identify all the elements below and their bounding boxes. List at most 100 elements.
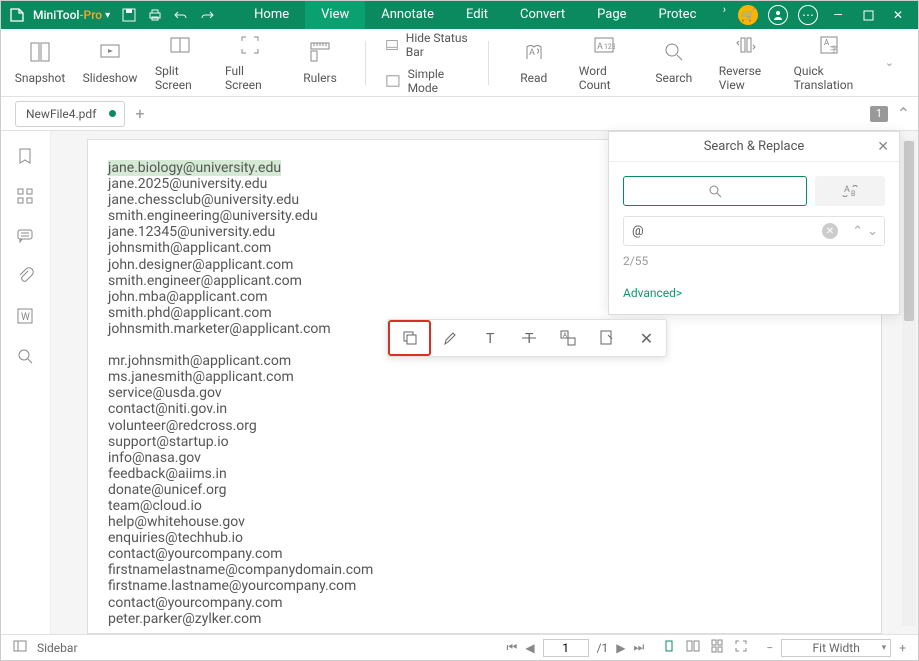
simple-mode-button[interactable]: Simple Mode	[386, 67, 468, 95]
svg-text:字: 字	[830, 44, 838, 54]
translate-button[interactable]: A	[549, 320, 588, 356]
next-match-icon[interactable]: ⌄	[867, 224, 878, 239]
next-page-icon[interactable]: ▶	[616, 641, 625, 655]
single-page-icon[interactable]	[662, 639, 676, 656]
clear-search-icon[interactable]: ✕	[822, 223, 838, 239]
save-icon[interactable]	[118, 4, 140, 26]
zoom-in-icon[interactable]: +	[899, 641, 906, 655]
main-area: W jane.biology@university.edujane.2025@u…	[1, 131, 918, 634]
close-icon[interactable]: ✕	[886, 3, 910, 27]
slideshow-tool[interactable]: Slideshow	[85, 41, 135, 85]
close-toolbar-icon[interactable]: ✕	[627, 320, 666, 356]
maximize-icon[interactable]	[856, 3, 880, 27]
two-page-icon[interactable]	[686, 639, 700, 656]
print-icon[interactable]	[144, 4, 166, 26]
highlight-button[interactable]	[431, 320, 470, 356]
text-edit-button[interactable]: T	[470, 320, 509, 356]
annotate-button[interactable]	[588, 320, 627, 356]
menu-page[interactable]: Page	[581, 1, 642, 29]
attachments-icon[interactable]	[16, 267, 36, 287]
svg-text:A: A	[529, 48, 535, 58]
zoom-out-icon[interactable]: −	[766, 641, 773, 655]
status-bar: Sidebar ⏮ ◀ /1 ▶ ⏭ − Fit Width +	[1, 634, 918, 660]
separator	[488, 41, 489, 85]
svg-text:B: B	[851, 190, 855, 198]
sidebar-tools: W	[1, 131, 51, 634]
svg-text:T: T	[486, 331, 495, 347]
titlebar: MiniTool-Pro ▾ Home View Annotate Edit C…	[1, 1, 918, 29]
svg-text:123: 123	[604, 43, 615, 51]
page-input[interactable]	[543, 639, 589, 657]
tab-counter: 1	[870, 106, 888, 122]
svg-text:A: A	[597, 42, 603, 52]
tabs-chevron-icon[interactable]: ⌃	[897, 104, 910, 123]
snapshot-tool[interactable]: Snapshot	[15, 41, 65, 85]
ribbon: Snapshot Slideshow Split Screen Full Scr…	[1, 29, 918, 97]
new-tab-button[interactable]: +	[135, 104, 144, 123]
svg-text:W: W	[21, 312, 30, 323]
match-count: 2/55	[623, 254, 885, 268]
selection-toolbar: T T A ✕	[387, 319, 667, 357]
hide-status-bar-button[interactable]: Hide Status Bar	[386, 31, 468, 59]
last-page-icon[interactable]: ⏭	[634, 640, 645, 655]
undo-icon[interactable]	[170, 4, 192, 26]
panel-close-icon[interactable]: ✕	[877, 139, 889, 155]
advanced-link[interactable]: Advanced>	[623, 286, 885, 300]
search-side-icon[interactable]	[16, 347, 36, 367]
titlebar-right: › 🛒 ⋯ — ✕	[725, 3, 918, 27]
file-tab[interactable]: NewFile4.pdf	[15, 101, 125, 127]
qat-dropdown[interactable]: ▾	[105, 10, 110, 21]
menu-protect[interactable]: Protec	[643, 1, 713, 29]
full-screen-tool[interactable]: Full Screen	[225, 34, 275, 92]
quick-access-toolbar	[118, 4, 218, 26]
ribbon-collapse-icon[interactable]: ⌄	[885, 56, 904, 69]
copy-button[interactable]	[388, 320, 431, 356]
rulers-tool[interactable]: Rulers	[295, 41, 345, 85]
search-tool[interactable]: Search	[649, 41, 699, 85]
reverse-view-tool[interactable]: Reverse View	[719, 34, 774, 92]
word-icon[interactable]: W	[16, 307, 36, 327]
unsaved-indicator	[109, 110, 116, 117]
read-tool[interactable]: ARead	[509, 41, 559, 85]
search-mode-button[interactable]	[623, 176, 807, 206]
app-logo	[7, 5, 27, 25]
redo-icon[interactable]	[196, 4, 218, 26]
sidebar-toggle-icon[interactable]	[13, 639, 27, 656]
menu-convert[interactable]: Convert	[504, 1, 581, 29]
search-input[interactable]: @ ✕ ⌃⌄	[623, 216, 885, 246]
comments-icon[interactable]	[16, 227, 36, 247]
thumbnails-icon[interactable]	[16, 187, 36, 207]
scrollbar-vertical[interactable]	[902, 139, 916, 626]
svg-text:T: T	[525, 331, 534, 347]
fullscreen-status-icon[interactable]	[734, 639, 748, 656]
continuous-icon[interactable]	[710, 639, 724, 656]
user-icon[interactable]	[766, 3, 790, 27]
chevron-right-icon[interactable]: ›	[723, 3, 726, 27]
minimize-icon[interactable]: —	[826, 3, 850, 27]
prev-match-icon[interactable]: ⌃	[852, 224, 863, 239]
menu-edit[interactable]: Edit	[450, 1, 504, 29]
strikethrough-button[interactable]: T	[509, 320, 548, 356]
word-count-tool[interactable]: A123Word Count	[579, 34, 629, 92]
cart-icon[interactable]: 🛒	[736, 3, 760, 27]
prev-page-icon[interactable]: ◀	[525, 641, 534, 655]
page-total: /1	[597, 641, 609, 655]
main-menu: Home View Annotate Edit Convert Page Pro…	[238, 1, 712, 29]
sidebar-label[interactable]: Sidebar	[37, 641, 78, 655]
svg-text:A: A	[563, 332, 567, 339]
first-page-icon[interactable]: ⏮	[507, 640, 518, 655]
quick-translation-tool[interactable]: A字Quick Translation	[794, 34, 865, 92]
app-title: MiniTool-Pro	[33, 8, 102, 22]
menu-annotate[interactable]: Annotate	[365, 1, 450, 29]
view-options: Hide Status Bar Simple Mode	[386, 31, 468, 95]
split-screen-tool[interactable]: Split Screen	[155, 34, 205, 92]
bookmark-icon[interactable]	[16, 147, 36, 167]
separator	[365, 41, 366, 85]
scrollbar-thumb[interactable]	[904, 141, 914, 321]
chat-icon[interactable]: ⋯	[796, 3, 820, 27]
document-tabs: NewFile4.pdf + 1 ⌃	[1, 97, 918, 131]
menu-home[interactable]: Home	[238, 1, 305, 29]
menu-view[interactable]: View	[305, 1, 365, 29]
replace-mode-button[interactable]: AB	[815, 176, 885, 206]
zoom-select[interactable]: Fit Width	[781, 639, 891, 657]
